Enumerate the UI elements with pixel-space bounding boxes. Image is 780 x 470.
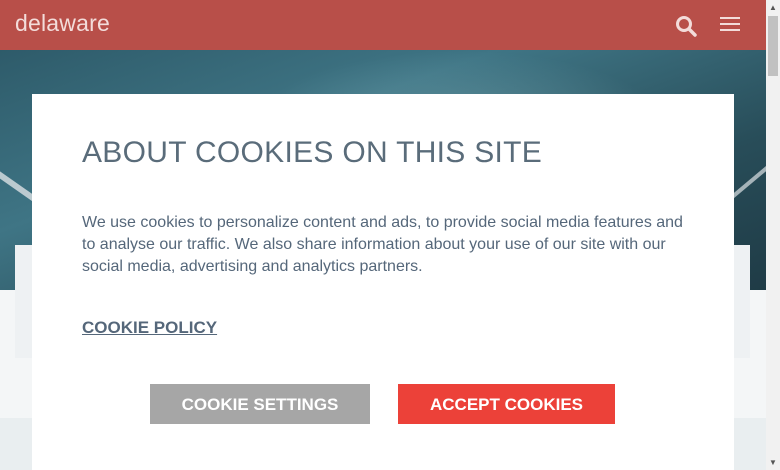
accept-cookies-button[interactable]: ACCEPT COOKIES	[398, 384, 615, 424]
hamburger-menu-icon[interactable]	[718, 14, 742, 36]
scroll-thumb[interactable]	[768, 16, 778, 76]
cookie-settings-button[interactable]: COOKIE SETTINGS	[150, 384, 370, 424]
page-scrollbar[interactable]: ▲ ▼	[766, 0, 780, 470]
scroll-up-arrow-icon[interactable]: ▲	[766, 0, 780, 15]
scroll-down-arrow-icon[interactable]: ▼	[766, 455, 780, 470]
cookie-consent-modal: ABOUT COOKIES ON THIS SITE We use cookie…	[32, 94, 734, 470]
delaware-logo[interactable]: delaware	[15, 10, 110, 37]
cookie-modal-title: ABOUT COOKIES ON THIS SITE	[82, 136, 543, 169]
cookie-policy-link[interactable]: COOKIE POLICY	[82, 318, 217, 338]
hero-beam-right	[730, 144, 766, 200]
search-icon[interactable]	[674, 14, 698, 38]
cookie-modal-description: We use cookies to personalize content an…	[82, 214, 683, 275]
site-header: delaware	[0, 0, 766, 50]
